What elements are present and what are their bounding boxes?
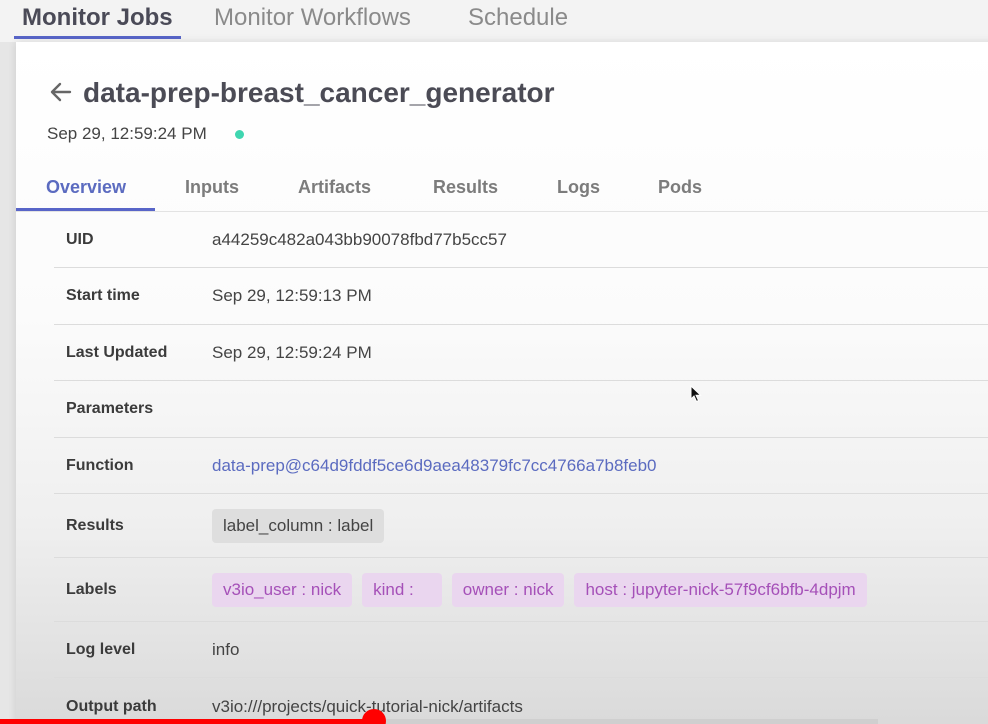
start-time-value: Sep 29, 12:59:13 PM — [212, 286, 372, 305]
results-chips: label_column : label — [212, 508, 394, 543]
tab-overview[interactable]: Overview — [46, 176, 126, 198]
arrow-left-icon[interactable] — [48, 76, 74, 108]
log-level-value: info — [212, 639, 240, 659]
tab-schedule[interactable]: Schedule — [460, 3, 576, 39]
function-label: Function — [66, 456, 134, 474]
uid-value: a44259c482a043bb90078fbd77b5cc57 — [212, 229, 507, 249]
uid-label: UID — [66, 230, 94, 248]
results-label: Results — [66, 516, 124, 534]
labels-chips: v3io_user : nick kind : owner : nick host :… — [212, 572, 877, 607]
parameters-label: Parameters — [66, 400, 154, 417]
table-row: Labels v3io_user : nick kind : owner : nic… — [54, 558, 988, 622]
label-chip: host : jupyter-nick-57f9cf6bfb-4dpjm — [574, 572, 867, 607]
table-row: Parameters — [54, 381, 988, 438]
tab-logs[interactable]: Logs — [557, 176, 600, 198]
table-row: Log level info — [54, 622, 988, 678]
mouse-cursor-icon — [690, 384, 702, 403]
result-chip: label_column : label — [212, 508, 385, 543]
labels-label: Labels — [66, 580, 117, 598]
progress-played — [0, 719, 372, 724]
job-date: Sep 29, 12:59:24 PM — [47, 124, 207, 143]
tab-artifacts[interactable]: Artifacts — [298, 176, 371, 198]
log-level-label: Log level — [66, 640, 136, 658]
tab-inputs[interactable]: Inputs — [185, 176, 239, 198]
detail-tabs: Overview Inputs Artifacts Results Logs P… — [16, 164, 988, 212]
status-indicator — [235, 130, 244, 139]
top-nav-tabs: Monitor Jobs Monitor Workflows Schedule — [0, 0, 988, 42]
last-updated-label: Last Updated — [66, 343, 168, 361]
label-chip: kind : — [362, 572, 442, 607]
table-row: Start time Sep 29, 12:59:13 PM — [54, 268, 988, 325]
page-title: data-prep-breast_cancer_generator — [83, 77, 555, 108]
overview-table: UID a44259c482a043bb90078fbd77b5cc57 Sta… — [54, 212, 988, 724]
video-progress-bar[interactable] — [0, 709, 988, 724]
active-tab-indicator — [16, 208, 155, 211]
tab-monitor-jobs[interactable]: Monitor Jobs — [14, 3, 181, 39]
tab-pods[interactable]: Pods — [658, 176, 702, 198]
function-link[interactable]: data-prep@c64d9fddf5ce6d9aea48379fc7cc47… — [212, 456, 657, 476]
table-row: Last Updated Sep 29, 12:59:24 PM — [54, 325, 988, 381]
table-row: Function data-prep@c64d9fddf5ce6d9aea483… — [54, 438, 988, 494]
tab-monitor-workflows[interactable]: Monitor Workflows — [206, 3, 419, 39]
output-path-label: Output path — [66, 698, 157, 715]
table-row: UID a44259c482a043bb90078fbd77b5cc57 — [54, 212, 988, 268]
table-row: Results label_column : label — [54, 494, 988, 558]
last-updated-value: Sep 29, 12:59:24 PM — [212, 342, 372, 362]
start-time-label: Start time — [66, 287, 140, 304]
tab-results[interactable]: Results — [433, 176, 498, 198]
label-chip: v3io_user : nick — [212, 572, 353, 607]
label-chip: owner : nick — [451, 572, 565, 607]
progress-buffered — [372, 719, 878, 724]
